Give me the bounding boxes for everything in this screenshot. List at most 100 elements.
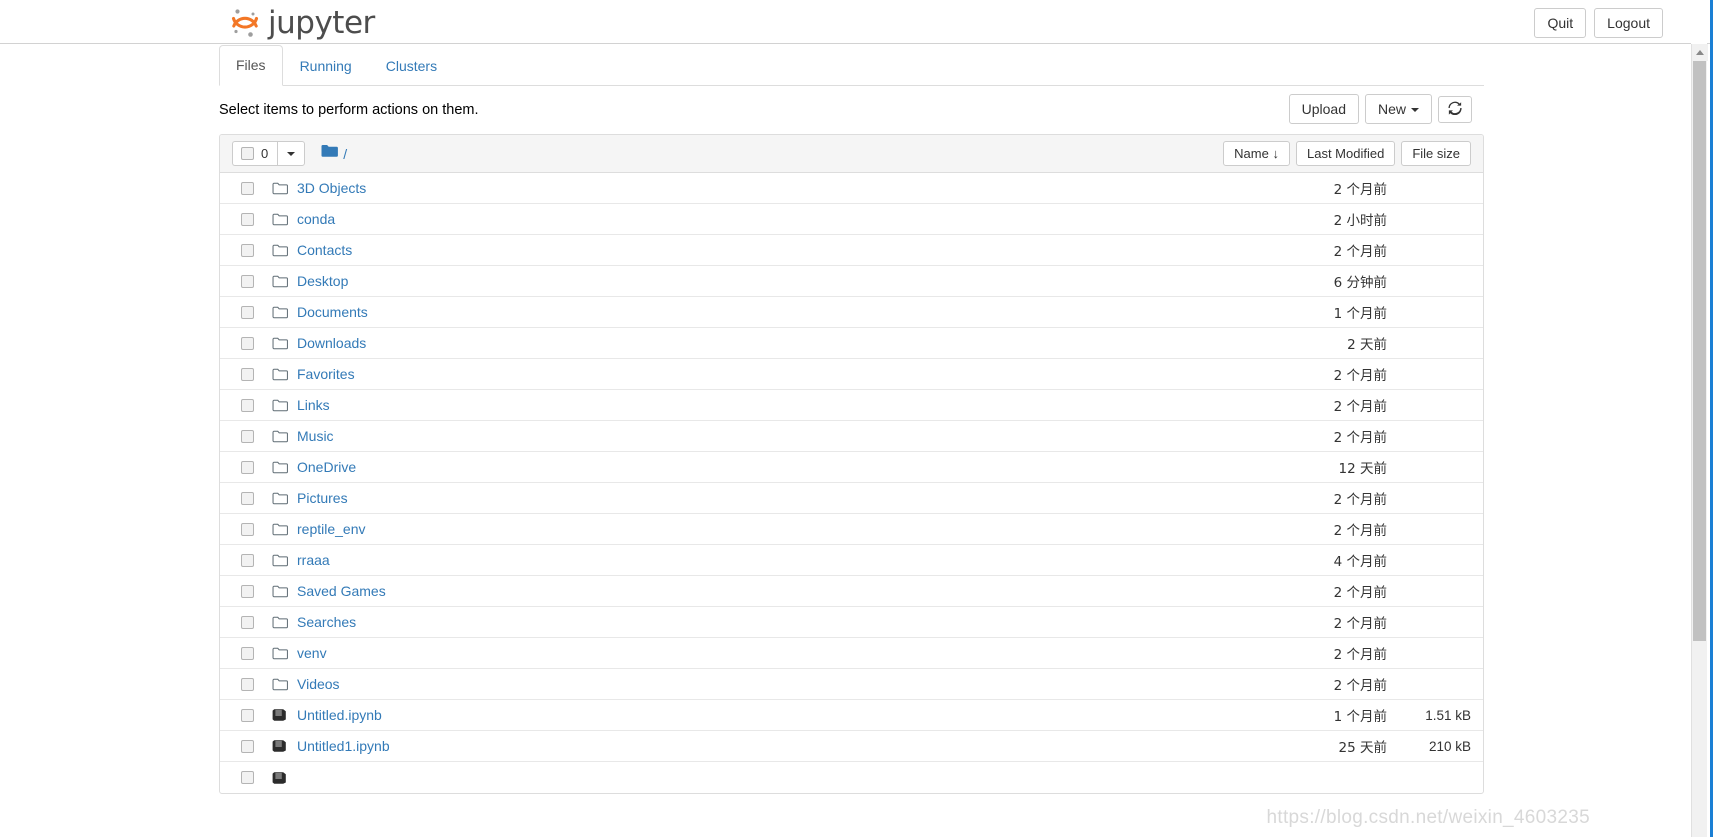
row-checkbox[interactable]	[241, 553, 254, 567]
row-checkbox[interactable]	[241, 615, 254, 629]
file-name-link[interactable]: Videos	[297, 676, 340, 692]
file-name-link[interactable]: Contacts	[297, 242, 352, 258]
row-checkbox[interactable]	[241, 243, 254, 257]
file-modified: 2 个月前	[1333, 616, 1387, 632]
table-row[interactable]: venv 2 个月前	[220, 638, 1483, 669]
row-checkbox[interactable]	[241, 212, 254, 226]
file-modified: 2 个月前	[1333, 368, 1387, 384]
logout-button[interactable]: Logout	[1594, 8, 1663, 39]
row-checkbox[interactable]	[241, 584, 254, 598]
file-name-link[interactable]: Searches	[297, 614, 356, 630]
row-checkbox[interactable]	[241, 305, 254, 319]
select-all-box[interactable]: 0	[232, 141, 278, 166]
table-row[interactable]: Untitled.ipynb 1 个月前 1.51 kB	[220, 700, 1483, 731]
table-row[interactable]: Contacts 2 个月前	[220, 235, 1483, 266]
vertical-scrollbar[interactable]	[1691, 44, 1708, 837]
brand-title: jupyter	[268, 4, 375, 41]
select-all-dropdown[interactable]	[277, 141, 306, 166]
folder-icon	[272, 645, 288, 661]
sort-by-size-button[interactable]: File size	[1401, 141, 1471, 166]
quit-button[interactable]: Quit	[1534, 8, 1587, 39]
folder-icon	[272, 180, 288, 196]
file-name-link[interactable]: venv	[297, 645, 327, 661]
new-dropdown-button[interactable]: New	[1364, 94, 1432, 125]
file-name-link[interactable]: Favorites	[297, 366, 355, 382]
tab-files[interactable]: Files	[219, 45, 283, 86]
sort-by-modified-button[interactable]: Last Modified	[1295, 141, 1396, 166]
jupyter-logo-brand[interactable]: jupyter	[228, 2, 375, 42]
row-checkbox[interactable]	[241, 460, 254, 474]
select-all-checkbox[interactable]	[241, 147, 254, 160]
file-rows: 3D Objects 2 个月前 conda 2 小时前 Contacts 2 个月前 De…	[220, 173, 1483, 793]
file-name-link[interactable]: Music	[297, 428, 334, 444]
row-checkbox[interactable]	[241, 522, 254, 536]
table-row[interactable]: reptile_env 2 个月前	[220, 514, 1483, 545]
row-checkbox[interactable]	[241, 771, 254, 784]
row-checkbox[interactable]	[241, 336, 254, 350]
table-row[interactable]: Documents 1 个月前	[220, 297, 1483, 328]
table-row[interactable]: Pictures 2 个月前	[220, 483, 1483, 514]
table-row[interactable]	[220, 762, 1483, 793]
table-row[interactable]: Searches 2 个月前	[220, 607, 1483, 638]
row-checkbox[interactable]	[241, 739, 254, 753]
table-row[interactable]: OneDrive 12 天前	[220, 452, 1483, 483]
file-name-link[interactable]: Downloads	[297, 335, 366, 351]
upload-button[interactable]: Upload	[1288, 94, 1359, 125]
folder-icon	[272, 211, 288, 227]
table-row[interactable]: Links 2 个月前	[220, 390, 1483, 421]
table-row[interactable]: rraaa 4 个月前	[220, 545, 1483, 576]
row-checkbox[interactable]	[241, 708, 254, 722]
file-name-link[interactable]: Links	[297, 397, 330, 413]
file-name-link[interactable]: reptile_env	[297, 521, 366, 537]
row-checkbox[interactable]	[241, 429, 254, 443]
notebook-icon	[272, 738, 288, 754]
file-modified: 2 天前	[1347, 337, 1387, 353]
row-checkbox[interactable]	[241, 646, 254, 660]
file-name-link[interactable]: Pictures	[297, 490, 348, 506]
row-checkbox[interactable]	[241, 367, 254, 381]
file-name-link[interactable]: OneDrive	[297, 459, 356, 475]
file-name-link[interactable]: Untitled1.ipynb	[297, 738, 390, 754]
row-checkbox[interactable]	[241, 274, 254, 288]
sort-descending-arrow-icon: ↓	[1272, 146, 1279, 161]
table-row[interactable]: Videos 2 个月前	[220, 669, 1483, 700]
table-row[interactable]: conda 2 小时前	[220, 204, 1483, 235]
table-row[interactable]: 3D Objects 2 个月前	[220, 173, 1483, 204]
sort-buttons: Name ↓ Last Modified File size	[1223, 141, 1471, 166]
tab-clusters[interactable]: Clusters	[369, 46, 454, 86]
table-row[interactable]: Music 2 个月前	[220, 421, 1483, 452]
file-name-link[interactable]: 3D Objects	[297, 180, 366, 196]
jupyter-logo-icon	[228, 4, 262, 40]
scroll-up-button[interactable]	[1692, 44, 1708, 61]
file-size: 210 kB	[1428, 738, 1471, 754]
table-row[interactable]: Saved Games 2 个月前	[220, 576, 1483, 607]
chevron-up-icon	[1696, 50, 1704, 55]
tab-running[interactable]: Running	[283, 46, 369, 86]
sort-by-name-button[interactable]: Name ↓	[1223, 141, 1290, 166]
file-name-link[interactable]: Desktop	[297, 273, 348, 289]
breadcrumb[interactable]: /	[321, 144, 347, 163]
action-bar: Select items to perform actions on them.…	[219, 86, 1484, 134]
scrollbar-thumb[interactable]	[1693, 61, 1706, 641]
table-row[interactable]: Desktop 6 分钟前	[220, 266, 1483, 297]
breadcrumb-root[interactable]: /	[343, 146, 347, 162]
file-name-link[interactable]: Saved Games	[297, 583, 386, 599]
folder-icon	[272, 490, 288, 506]
table-row[interactable]: Favorites 2 个月前	[220, 359, 1483, 390]
table-row[interactable]: Downloads 2 天前	[220, 328, 1483, 359]
table-row[interactable]: Untitled1.ipynb 25 天前 210 kB	[220, 731, 1483, 762]
refresh-button[interactable]	[1438, 95, 1472, 123]
folder-icon	[272, 304, 288, 320]
row-checkbox[interactable]	[241, 491, 254, 505]
watermark-text: https://blog.csdn.net/weixin_4603235	[1266, 807, 1590, 828]
file-name-link[interactable]: Untitled.ipynb	[297, 707, 382, 723]
row-checkbox[interactable]	[241, 181, 254, 195]
row-checkbox[interactable]	[241, 677, 254, 691]
file-modified: 2 个月前	[1333, 430, 1387, 446]
file-name-link[interactable]: rraaa	[297, 552, 330, 568]
folder-icon	[272, 459, 288, 475]
file-name-link[interactable]: Documents	[297, 304, 368, 320]
file-name-link[interactable]: conda	[297, 211, 335, 227]
row-checkbox[interactable]	[241, 398, 254, 412]
folder-icon	[272, 552, 288, 568]
